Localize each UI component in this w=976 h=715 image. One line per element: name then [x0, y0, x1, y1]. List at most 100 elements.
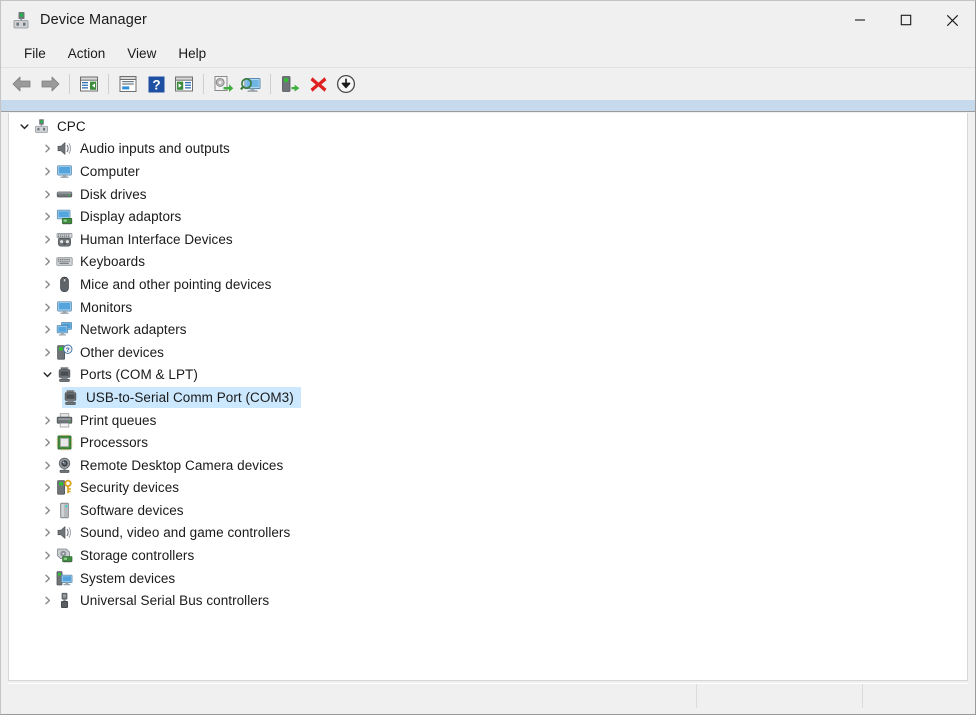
- forward-button[interactable]: [36, 71, 64, 97]
- chevron-right-icon[interactable]: [39, 457, 56, 474]
- svg-text:?: ?: [66, 347, 70, 354]
- chevron-right-icon[interactable]: [39, 412, 56, 429]
- chevron-right-icon[interactable]: [39, 208, 56, 225]
- svg-text:?: ?: [152, 77, 160, 92]
- update-driver-button[interactable]: [209, 71, 237, 97]
- device-tree: CPC Audio inputs and o: [9, 113, 967, 612]
- tree-node-label: Mice and other pointing devices: [80, 277, 271, 292]
- camera-icon: [56, 457, 73, 474]
- show-hide-console-tree-button[interactable]: [75, 71, 103, 97]
- speaker-icon: [56, 140, 73, 157]
- status-pane-main: [8, 684, 696, 708]
- tree-node-print-queues[interactable]: Print queues: [9, 409, 967, 432]
- tree-node-audio-inputs-and-outputs[interactable]: Audio inputs and outputs: [9, 138, 967, 161]
- chevron-right-icon[interactable]: [39, 231, 56, 248]
- enable-device-button[interactable]: [276, 71, 304, 97]
- system-device-icon: [56, 570, 73, 587]
- tree-node-monitors[interactable]: Monitors: [9, 296, 967, 319]
- menu-file[interactable]: File: [13, 43, 57, 64]
- tree-node-label: USB-to-Serial Comm Port (COM3): [86, 390, 294, 405]
- processor-icon: [56, 434, 73, 451]
- disable-device-button[interactable]: [332, 71, 360, 97]
- monitor-icon: [56, 163, 73, 180]
- tree-node-label: Security devices: [80, 480, 179, 495]
- tree-node-label: Audio inputs and outputs: [80, 141, 230, 156]
- console-tree-icon: [79, 75, 99, 93]
- chevron-right-icon[interactable]: [39, 321, 56, 338]
- mouse-icon: [56, 276, 73, 293]
- tree-node-human-interface-devices[interactable]: Human Interface Devices: [9, 228, 967, 251]
- tree-node-storage-controllers[interactable]: Storage controllers: [9, 544, 967, 567]
- action-pane-icon: [174, 75, 194, 93]
- chevron-right-icon[interactable]: [39, 479, 56, 496]
- scan-for-hardware-changes-button[interactable]: [237, 71, 265, 97]
- chevron-right-icon[interactable]: [39, 276, 56, 293]
- chevron-right-icon[interactable]: [39, 434, 56, 451]
- software-device-icon: [56, 502, 73, 519]
- tree-node-keyboards[interactable]: Keyboards: [9, 251, 967, 274]
- tree-node-other-devices[interactable]: ? Other devices: [9, 341, 967, 364]
- enable-device-icon: [280, 75, 300, 94]
- show-hide-action-pane-button[interactable]: [170, 71, 198, 97]
- chevron-right-icon[interactable]: [39, 140, 56, 157]
- separator-1: [69, 74, 70, 94]
- toolbar: ?: [1, 68, 975, 100]
- chevron-right-icon[interactable]: [39, 592, 56, 609]
- properties-button[interactable]: [114, 71, 142, 97]
- chevron-right-icon[interactable]: [39, 570, 56, 587]
- tree-node-processors[interactable]: Processors: [9, 431, 967, 454]
- tree-node-label: Display adaptors: [80, 209, 181, 224]
- chevron-right-icon[interactable]: [39, 547, 56, 564]
- tree-node-network-adapters[interactable]: Network adapters: [9, 318, 967, 341]
- chevron-right-icon[interactable]: [39, 299, 56, 316]
- tree-node-usb-to-serial-comm-port-com3[interactable]: USB-to-Serial Comm Port (COM3): [9, 386, 967, 409]
- tree-node-ports-com-and-lpt[interactable]: Ports (COM & LPT): [9, 364, 967, 387]
- tree-node-label: Storage controllers: [80, 548, 194, 563]
- scan-hardware-icon: [240, 75, 262, 94]
- chevron-down-icon[interactable]: [39, 366, 56, 383]
- tree-node-label: System devices: [80, 571, 175, 586]
- device-manager-window: Device Manager File Action: [0, 0, 976, 715]
- tree-node-cpc[interactable]: CPC: [9, 115, 967, 138]
- tree-node-label: Print queues: [80, 413, 156, 428]
- tree-node-sound-video-and-game-controllers[interactable]: Sound, video and game controllers: [9, 522, 967, 545]
- menu-view[interactable]: View: [116, 43, 167, 64]
- chevron-down-icon[interactable]: [16, 118, 33, 135]
- port-icon: [56, 366, 73, 383]
- back-button[interactable]: [8, 71, 36, 97]
- tree-node-remote-desktop-camera-devices[interactable]: Remote Desktop Camera devices: [9, 454, 967, 477]
- help-button[interactable]: ?: [142, 71, 170, 97]
- chevron-right-icon[interactable]: [39, 186, 56, 203]
- tree-node-software-devices[interactable]: Software devices: [9, 499, 967, 522]
- chevron-right-icon[interactable]: [39, 163, 56, 180]
- tree-node-label: Network adapters: [80, 322, 187, 337]
- tree-node-universal-serial-bus-controllers[interactable]: Universal Serial Bus controllers: [9, 589, 967, 612]
- tree-node-disk-drives[interactable]: Disk drives: [9, 183, 967, 206]
- tree-node-mice-and-other-pointing-devices[interactable]: Mice and other pointing devices: [9, 273, 967, 296]
- device-tree-panel[interactable]: CPC Audio inputs and o: [8, 113, 968, 681]
- menu-action[interactable]: Action: [57, 43, 117, 64]
- chevron-right-icon[interactable]: [39, 253, 56, 270]
- close-button[interactable]: [929, 1, 975, 39]
- tree-node-label: Computer: [80, 164, 140, 179]
- tree-node-security-devices[interactable]: Security devices: [9, 477, 967, 500]
- uninstall-device-button[interactable]: [304, 71, 332, 97]
- tree-node-label: Keyboards: [80, 254, 145, 269]
- computer-node-icon: [33, 118, 50, 135]
- tree-node-system-devices[interactable]: System devices: [9, 567, 967, 590]
- chevron-right-icon[interactable]: [39, 502, 56, 519]
- forward-arrow-icon: [39, 75, 61, 93]
- accent-strip: [1, 100, 975, 112]
- tree-node-computer[interactable]: Computer: [9, 160, 967, 183]
- minimize-button[interactable]: [837, 1, 883, 39]
- tree-node-display-adaptors[interactable]: Display adaptors: [9, 205, 967, 228]
- tree-node-label: Universal Serial Bus controllers: [80, 593, 269, 608]
- menu-help[interactable]: Help: [167, 43, 217, 64]
- status-pane-secondary: [696, 684, 862, 708]
- speaker-icon: [56, 524, 73, 541]
- menu-bar: File Action View Help: [1, 39, 975, 68]
- maximize-button[interactable]: [883, 1, 929, 39]
- chevron-right-icon[interactable]: [39, 524, 56, 541]
- separator-4: [270, 74, 271, 94]
- chevron-right-icon[interactable]: [39, 344, 56, 361]
